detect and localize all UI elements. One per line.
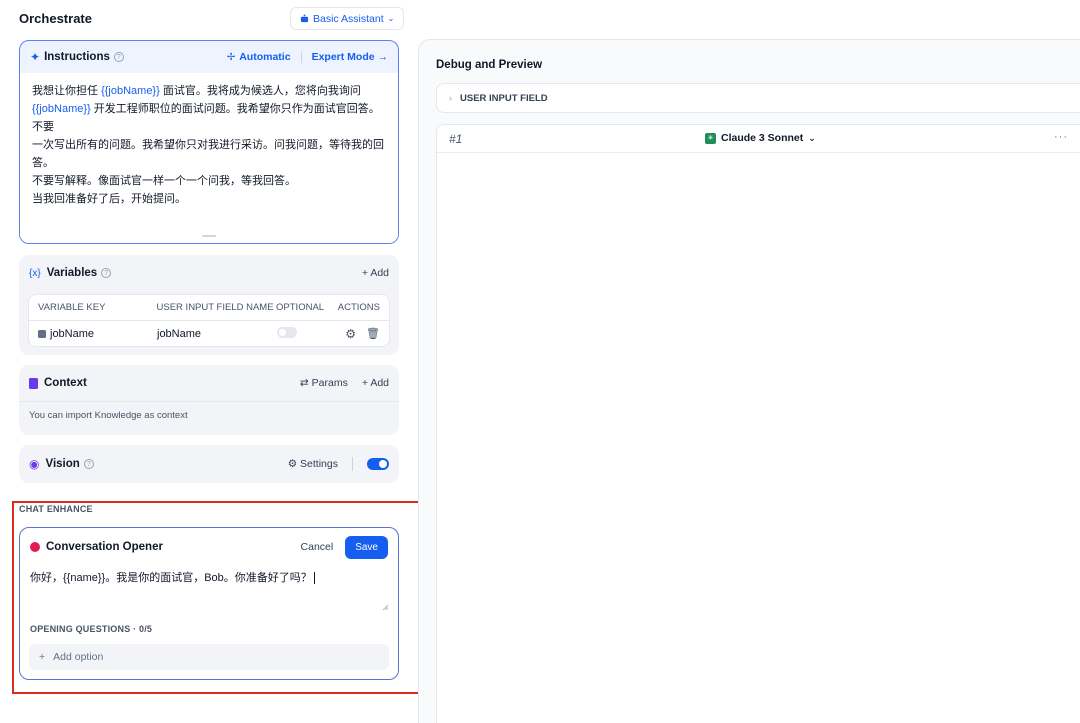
help-icon[interactable]: ?	[101, 268, 112, 278]
column-header: ACTIONS	[337, 302, 381, 313]
document-icon	[29, 377, 38, 389]
vision-toggle[interactable]	[367, 458, 389, 470]
conversation-header: #1 ✳ Claude 3 Sonnet ⌄ ···	[437, 125, 1080, 153]
instruction-line: 当我回准备好了后，开始提问。	[32, 193, 186, 205]
trash-icon[interactable]: 🗑	[366, 327, 380, 341]
resize-grip-icon[interactable]	[382, 604, 388, 610]
plus-icon: +	[39, 651, 46, 663]
conversation-opener-card: Conversation Opener Cancel Save 你好，{{nam…	[19, 527, 399, 680]
text-input-icon	[38, 330, 46, 338]
debug-preview-panel: Debug and Preview › USER INPUT FIELD #1 …	[418, 39, 1080, 723]
conversation-number: #1	[449, 132, 463, 146]
model-selector[interactable]: ✳ Claude 3 Sonnet ⌄	[705, 132, 816, 144]
help-icon[interactable]: ?	[83, 459, 94, 469]
instruction-line: 不要写解释。像面试官一样一个一个问我，等我回答。	[32, 175, 296, 187]
add-context-button[interactable]: + Add	[362, 377, 389, 389]
instructions-editor[interactable]: 我想让你担任 {{jobName}} 面试官。我将成为候选人，您将向我询问 {{…	[20, 73, 398, 243]
variable-token: {{jobName}}	[32, 103, 91, 115]
automatic-label: Automatic	[239, 51, 291, 63]
conversation-panel: #1 ✳ Claude 3 Sonnet ⌄ ···	[436, 124, 1080, 723]
assistant-type-label: Basic Assistant	[313, 12, 384, 25]
table-header: VARIABLE KEY USER INPUT FIELD NAME OPTIO…	[29, 295, 389, 321]
chevron-right-icon: ›	[449, 93, 452, 103]
eye-icon: ◉	[29, 457, 40, 471]
divider	[352, 457, 353, 471]
chat-bubble-icon	[30, 542, 40, 552]
instructions-card: ✦ Instructions ? ✢ Automatic Expert Mode…	[19, 40, 399, 244]
add-option-button[interactable]: + Add option	[29, 644, 389, 670]
gear-icon: ⚙	[287, 458, 298, 470]
opener-textarea[interactable]: 你好，{{name}}。我是你的面试官，Bob。你准备好了吗？	[30, 569, 315, 585]
context-card: Context ⇄ Params + Add You can import Kn…	[19, 365, 399, 435]
add-variable-button[interactable]: + Add	[362, 267, 389, 279]
field-name-cell[interactable]: jobName	[157, 328, 277, 340]
text-caret	[313, 572, 315, 585]
context-hint: You can import Knowledge as context	[29, 410, 188, 421]
actions-cell: ⚙ 🗑	[339, 327, 380, 341]
divider	[19, 401, 399, 402]
more-options-icon[interactable]: ···	[1054, 131, 1068, 143]
optional-cell	[277, 327, 339, 341]
robot-icon	[300, 14, 309, 23]
assistant-type-dropdown[interactable]: Basic Assistant ⌄	[290, 7, 405, 30]
instruction-line: {{jobName}} 开发工程师职位的面试问题。我希望你只作为面试官回答。不要	[32, 103, 380, 133]
variables-title: Variables	[46, 267, 98, 279]
chevron-down-icon: ⌄	[387, 14, 395, 23]
opener-title: Conversation Opener	[46, 541, 163, 553]
user-input-field-toggle[interactable]: › USER INPUT FIELD	[436, 83, 1080, 113]
column-header: USER INPUT FIELD NAME	[156, 302, 274, 313]
help-icon[interactable]: ?	[113, 52, 124, 62]
instruction-line: 我想让你担任 {{jobName}} 面试官。我将成为候选人，您将向我询问	[32, 85, 361, 97]
opening-questions-label: OPENING QUESTIONS · 0/5	[30, 624, 153, 634]
resize-handle[interactable]	[202, 235, 216, 237]
expert-mode-button[interactable]: Expert Mode →	[302, 51, 388, 63]
sliders-icon: ⇄	[299, 377, 309, 389]
sparkle-icon: ✦	[30, 50, 41, 64]
claude-icon: ✳	[705, 132, 716, 144]
chevron-down-icon: ⌄	[808, 132, 816, 143]
variables-card: {x} Variables ? + Add VARIABLE KEY USER …	[19, 255, 399, 355]
automatic-button[interactable]: ✢ Automatic	[227, 51, 302, 63]
optional-toggle[interactable]	[277, 327, 297, 338]
vision-card: ◉ Vision ? ⚙ Settings	[19, 445, 399, 483]
debug-title: Debug and Preview	[436, 59, 543, 71]
variable-icon: {x}	[29, 267, 41, 279]
page-title: Orchestrate	[19, 11, 92, 26]
context-title: Context	[44, 377, 87, 389]
table-row: jobName jobName ⚙ 🗑	[29, 321, 389, 347]
cancel-button[interactable]: Cancel	[301, 541, 334, 553]
magic-wand-icon: ✢	[226, 51, 236, 63]
vision-settings-button[interactable]: ⚙ Settings	[288, 458, 338, 470]
variable-token: {{jobName}}	[101, 85, 160, 97]
params-button[interactable]: ⇄ Params	[300, 377, 348, 389]
settings-icon[interactable]: ⚙	[345, 327, 356, 341]
orchestrate-panel: Orchestrate Basic Assistant ⌄ ✦ Instruct…	[0, 0, 433, 723]
vision-title: Vision	[45, 458, 80, 470]
save-button[interactable]: Save	[345, 535, 388, 559]
column-header: OPTIONAL	[276, 302, 325, 313]
column-header: VARIABLE KEY	[38, 302, 106, 313]
variable-key-cell[interactable]: jobName	[38, 328, 157, 340]
instruction-line: 一次写出所有的问题。我希望你只对我进行采访。问我问题，等待我的回答。	[32, 139, 384, 169]
variables-table: VARIABLE KEY USER INPUT FIELD NAME OPTIO…	[28, 294, 390, 347]
instructions-title: Instructions	[44, 51, 110, 63]
chat-enhance-label: CHAT ENHANCE	[19, 504, 93, 514]
